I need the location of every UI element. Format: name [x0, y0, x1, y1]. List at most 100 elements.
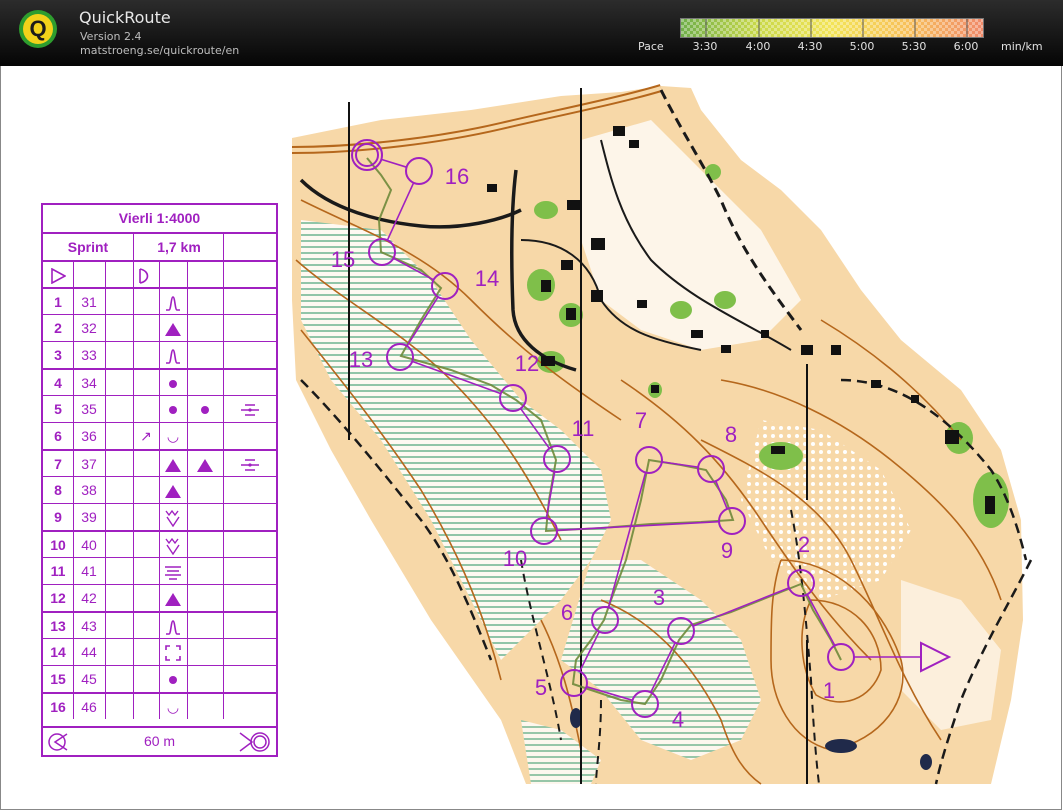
position-symbol — [223, 613, 276, 640]
appearance-symbol — [187, 370, 223, 397]
direction-symbol — [133, 396, 159, 423]
control-number-label: 1 — [823, 678, 835, 703]
table-grid-line — [133, 260, 134, 719]
position-symbol — [223, 423, 276, 450]
control-number: 14 — [50, 644, 66, 660]
direction-symbol — [133, 315, 159, 342]
control-code: 41 — [81, 563, 97, 579]
control-code: 40 — [81, 537, 97, 553]
appearance-symbol — [187, 694, 223, 721]
control-number: 10 — [50, 537, 66, 553]
feature-symbol: ◡ — [166, 428, 180, 444]
table-grid-line — [223, 260, 224, 719]
appearance-symbol — [187, 532, 223, 559]
control-code: 34 — [81, 375, 97, 391]
control-number: 13 — [50, 618, 66, 634]
pace-tick-label: 4:30 — [797, 40, 823, 53]
control-number-label: 3 — [653, 585, 665, 610]
control-number: 11 — [50, 563, 66, 579]
appearance-symbol — [187, 423, 223, 450]
appearance-symbol-dot-icon — [187, 396, 223, 423]
vegetation-patch — [534, 201, 558, 219]
position-symbol — [223, 558, 276, 585]
feature-symbol-dot-icon — [159, 370, 187, 397]
control-description-sheet: Vierli 1:4000 Sprint 1,7 km 1 31 2 32 3 33 4 34… — [41, 203, 278, 757]
pace-tick-label: 6:00 — [953, 40, 979, 53]
pace-tick-label: 5:30 — [901, 40, 927, 53]
pace-tick-label: 4:00 — [745, 40, 771, 53]
position-symbol — [223, 315, 276, 342]
vegetation-patch — [705, 164, 721, 180]
direction-symbol — [133, 613, 159, 640]
direction-symbol — [133, 694, 159, 721]
control-code: 31 — [81, 294, 97, 310]
direction-symbol — [133, 666, 159, 693]
app-header: Q QuickRoute Version 2.4 matstroeng.se/q… — [0, 0, 1063, 66]
quickroute-logo-icon: Q — [19, 10, 57, 48]
direction-symbol — [133, 477, 159, 504]
feature-symbol-dot-icon — [159, 396, 187, 423]
control-code: 45 — [81, 671, 97, 687]
position-symbol — [223, 342, 276, 369]
control-number: 16 — [50, 699, 66, 715]
feature-symbol-triangle-icon — [159, 451, 187, 478]
position-symbol — [223, 694, 276, 721]
control-number-label: 11 — [572, 416, 595, 441]
control-code: 32 — [81, 320, 97, 336]
control-number: 9 — [54, 509, 62, 525]
position-symbol — [223, 477, 276, 504]
table-grid-line — [73, 260, 74, 719]
feature-symbol-knoll-icon — [159, 342, 187, 369]
control-number: 5 — [54, 401, 62, 417]
control-number-label: 13 — [349, 347, 373, 372]
control-number-label: 2 — [798, 532, 810, 557]
control-code: 44 — [81, 644, 97, 660]
control-number-label: 10 — [503, 546, 527, 571]
feature-symbol-knoll-icon — [159, 613, 187, 640]
control-code: 33 — [81, 347, 97, 363]
course-climb — [223, 234, 277, 260]
start-feature-icon — [133, 262, 157, 289]
pace-tick-label: 3:30 — [692, 40, 718, 53]
feature-symbol-dot-icon — [159, 666, 187, 693]
app-version: Version 2.4 — [80, 30, 142, 43]
direction-symbol — [133, 504, 159, 531]
control-number: 12 — [50, 590, 66, 606]
appearance-symbol-triangle-icon — [187, 451, 223, 478]
course-title: Vierli 1:4000 — [43, 205, 276, 234]
control-number: 4 — [54, 375, 62, 391]
control-number-label: 12 — [515, 351, 539, 376]
feature-symbol-knoll-icon — [159, 289, 187, 316]
control-number-label: 9 — [721, 538, 733, 563]
course-length: 1,7 km — [133, 234, 224, 260]
control-number: 2 — [54, 320, 62, 336]
direction-symbol — [133, 639, 159, 666]
appearance-symbol — [187, 585, 223, 612]
appearance-symbol — [187, 342, 223, 369]
start-triangle-icon — [43, 262, 73, 289]
table-grid-line — [159, 260, 160, 719]
control-number-label: 6 — [561, 600, 573, 625]
table-grid-line — [105, 260, 106, 719]
app-url[interactable]: matstroeng.se/quickroute/en — [80, 44, 239, 57]
control-number: 6 — [54, 428, 62, 444]
direction-symbol — [133, 342, 159, 369]
finish-row: 60 m — [43, 726, 276, 755]
position-symbol-between-icon — [223, 451, 276, 478]
direction-symbol — [133, 558, 159, 585]
control-number-label: 5 — [535, 675, 547, 700]
control-number-label: 8 — [725, 422, 737, 447]
appearance-symbol — [187, 477, 223, 504]
control-number: 7 — [54, 456, 62, 472]
control-number-label: 4 — [672, 707, 684, 732]
appearance-symbol — [187, 504, 223, 531]
feature-symbol-ditch-icon — [159, 532, 187, 559]
appearance-symbol — [187, 639, 223, 666]
position-symbol — [223, 370, 276, 397]
pace-tick-label: 5:00 — [849, 40, 875, 53]
direction-symbol — [133, 585, 159, 612]
control-number-label: 14 — [475, 266, 499, 291]
feature-symbol-ditch-icon — [159, 504, 187, 531]
direction-symbol — [133, 370, 159, 397]
direction-symbol: ↗ — [140, 428, 152, 444]
